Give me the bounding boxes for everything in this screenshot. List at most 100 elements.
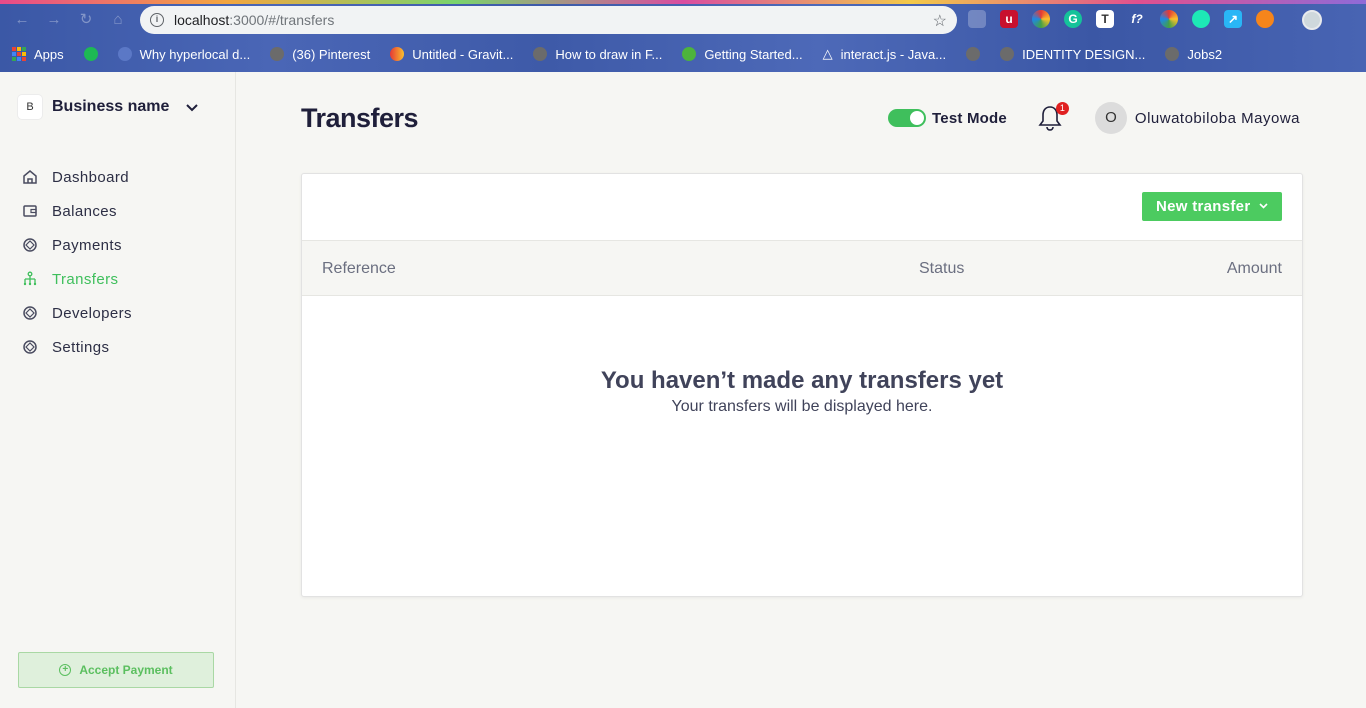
extension-shield-icon[interactable] (968, 10, 986, 28)
sidebar-item-settings[interactable]: Settings (22, 330, 132, 364)
sidebar-item-developers[interactable]: Developers (22, 296, 132, 330)
globe-icon (1000, 47, 1015, 61)
sidebar-item-label: Transfers (52, 270, 119, 288)
bookmark-interactjs[interactable]: △ interact.js - Java... (823, 46, 946, 62)
bookmark-label: IDENTITY DESIGN... (1022, 46, 1146, 62)
developers-icon (22, 305, 38, 321)
extension-text-icon[interactable]: T (1096, 10, 1114, 28)
bookmark-label: Apps (34, 46, 64, 62)
header-actions: Test Mode 1 O Oluwatobiloba Mayowa (888, 102, 1300, 134)
bookmarks-bar: Apps Why hyperlocal d... (36) Pinterest … (12, 44, 1222, 64)
back-icon[interactable]: ← (14, 12, 30, 28)
forward-icon[interactable]: → (46, 12, 62, 28)
chevron-down-icon[interactable] (186, 100, 198, 115)
sidebar-item-label: Dashboard (52, 168, 129, 186)
apps-grid-icon (12, 47, 26, 61)
sidebar-item-label: Payments (52, 236, 122, 254)
column-header-amount[interactable]: Amount (1227, 260, 1282, 278)
toggle-knob (909, 110, 926, 126)
url-host: localhost (174, 12, 230, 28)
extension-grammarly-icon[interactable]: G (1064, 10, 1082, 28)
main-content: Transfers Test Mode 1 O Oluwatobiloba Ma… (236, 72, 1366, 708)
sidebar-item-label: Settings (52, 338, 110, 356)
sidebar-item-balances[interactable]: Balances (22, 194, 132, 228)
globe-icon (1165, 47, 1180, 61)
site-info-icon[interactable]: i (150, 13, 164, 27)
extension-colorpick-icon[interactable] (1032, 10, 1050, 28)
home-browser-icon[interactable]: ⌂ (110, 12, 126, 28)
bookmark-label: Getting Started... (704, 46, 803, 62)
sidebar-menu: Dashboard Balances Payments Transfers De… (22, 160, 132, 364)
column-header-status[interactable]: Status (919, 260, 964, 278)
bookmark-label: Why hyperlocal d... (139, 46, 251, 62)
sidebar-item-payments[interactable]: Payments (22, 228, 132, 262)
transfers-icon (22, 271, 38, 287)
bookmark-identity[interactable]: IDENTITY DESIGN... (1000, 47, 1145, 62)
new-transfer-button[interactable]: New transfer (1142, 192, 1282, 221)
test-mode-toggle[interactable] (888, 109, 927, 127)
notification-badge: 1 (1055, 102, 1069, 115)
bookmark-blank[interactable] (966, 47, 981, 61)
settings-icon (22, 339, 38, 355)
bookmark-pinterest[interactable]: (36) Pinterest (270, 47, 370, 62)
column-header-reference[interactable]: Reference (322, 260, 396, 278)
address-bar[interactable]: i localhost:3000/#/transfers ☆ (140, 6, 957, 34)
table-header: Reference Status Amount (302, 240, 1302, 296)
business-name: Business name (52, 98, 170, 115)
bookmark-spotify[interactable] (83, 47, 98, 61)
globe-icon (533, 47, 548, 61)
pinterest-icon (270, 47, 285, 61)
extension-colorzilla-icon[interactable] (1160, 10, 1178, 28)
extension-ublock-icon[interactable]: u (1000, 10, 1018, 28)
empty-state-title: You haven’t made any transfers yet (600, 367, 1004, 394)
accept-payment-button[interactable]: + Accept Payment (18, 652, 214, 688)
home-icon (22, 169, 38, 185)
test-mode-label: Test Mode (932, 109, 1007, 127)
sidebar: B Business name Dashboard Balances Payme… (0, 72, 236, 708)
bookmark-mongodb[interactable]: Getting Started... (682, 46, 803, 62)
globe-icon (966, 47, 981, 61)
bookmark-label: How to draw in F... (555, 46, 663, 62)
bookmark-gravit[interactable]: Untitled - Gravit... (390, 47, 513, 62)
reload-icon[interactable]: ↻ (78, 12, 94, 28)
wallet-icon (22, 203, 38, 219)
bookmark-label: (36) Pinterest (292, 46, 371, 62)
transfers-card: New transfer Reference Status Amount You… (301, 173, 1303, 597)
plus-circle-icon: + (59, 664, 72, 676)
url-path: :3000/#/transfers (229, 12, 335, 28)
bookmark-apps[interactable]: Apps (12, 47, 64, 62)
spotify-icon (83, 47, 98, 61)
chevron-down-icon (1259, 201, 1268, 211)
empty-state-subtitle: Your transfers will be displayed here. (671, 398, 933, 415)
mongodb-icon (682, 47, 697, 61)
bookmark-label: Jobs2 (1187, 46, 1223, 62)
profile-avatar-icon[interactable] (1302, 10, 1322, 30)
extensions-bar: u G T f? ↗ (968, 10, 1274, 28)
sidebar-item-label: Balances (52, 202, 117, 220)
bookmark-hyperlocal[interactable]: Why hyperlocal d... (117, 46, 251, 62)
page-title: Transfers (301, 103, 419, 133)
triangle-icon: △ (822, 46, 833, 61)
browser-chrome: ← → ↻ ⌂ i localhost:3000/#/transfers ☆ u… (0, 0, 1366, 72)
globe-icon (117, 47, 132, 61)
avatar[interactable]: O (1094, 102, 1127, 134)
business-switcher[interactable]: B Business name (18, 95, 198, 119)
sidebar-item-transfers[interactable]: Transfers (22, 262, 132, 296)
bookmark-label: Untitled - Gravit... (412, 46, 514, 62)
bookmark-howto[interactable]: How to draw in F... (533, 47, 662, 62)
user-name[interactable]: Oluwatobiloba Mayowa (1135, 110, 1300, 127)
gravit-icon (390, 47, 405, 61)
sidebar-item-dashboard[interactable]: Dashboard (22, 160, 132, 194)
bookmark-jobs2[interactable]: Jobs2 (1165, 47, 1222, 62)
notifications-button[interactable]: 1 (1037, 102, 1069, 132)
extension-share-icon[interactable]: ↗ (1224, 10, 1242, 28)
business-logo: B (18, 95, 42, 119)
new-transfer-label: New transfer (1156, 198, 1251, 215)
bookmark-label: interact.js - Java... (840, 46, 947, 62)
extension-circle-icon[interactable] (1192, 10, 1210, 28)
extension-whatfont-icon[interactable]: f? (1128, 10, 1146, 28)
accept-payment-label: Accept Payment (79, 663, 173, 677)
extension-metamask-icon[interactable] (1256, 10, 1274, 28)
payments-icon (22, 237, 38, 253)
bookmark-star-icon[interactable]: ☆ (933, 11, 947, 31)
